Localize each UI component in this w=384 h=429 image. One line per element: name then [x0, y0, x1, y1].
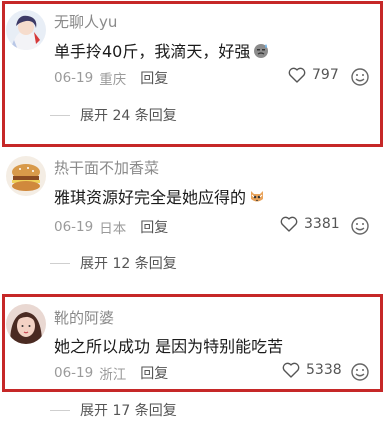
like-button[interactable]: 797	[288, 67, 339, 83]
like-count: 797	[312, 67, 339, 83]
expand-replies-button[interactable]: 展开 17 条回复	[50, 400, 177, 420]
comment-location: 重庆	[99, 72, 127, 88]
comment-date: 06-19	[54, 365, 94, 381]
like-button[interactable]: 5338	[282, 362, 342, 378]
like-count: 3381	[304, 216, 340, 232]
comment-location: 日本	[99, 221, 127, 237]
comment-text: 雅琪资源好完全是她应得的	[54, 184, 266, 208]
avatar[interactable]	[6, 304, 46, 344]
expand-divider	[50, 114, 70, 116]
emoji-reaction-icon[interactable]	[350, 362, 370, 382]
expand-replies-button[interactable]: 展开 24 条回复	[50, 105, 177, 125]
expand-replies-label: 展开 17 条回复	[80, 403, 177, 419]
heart-icon	[280, 216, 298, 232]
expand-replies-label: 展开 12 条回复	[80, 256, 177, 272]
heart-icon	[288, 67, 306, 83]
reply-button[interactable]: 回复	[140, 68, 168, 88]
comment-username[interactable]: 无聊人yu	[54, 11, 117, 32]
expand-replies-button[interactable]: 展开 12 条回复	[50, 253, 177, 273]
emoji-reaction-icon[interactable]	[350, 216, 370, 236]
emoji-reaction-icon[interactable]	[350, 67, 370, 87]
comment-meta: 06-19 浙江 回复	[54, 363, 168, 383]
comment-location: 浙江	[99, 367, 127, 383]
expand-replies-label: 展开 24 条回复	[80, 108, 177, 124]
comment-meta: 06-19 日本 回复	[54, 217, 168, 237]
reply-button[interactable]: 回复	[140, 363, 168, 383]
cat-emoji-icon	[248, 187, 266, 205]
comment-username[interactable]: 热干面不加香菜	[54, 157, 159, 178]
comment-date: 06-19	[54, 219, 94, 235]
comment-meta: 06-19 重庆 回复	[54, 68, 168, 88]
expand-divider	[50, 409, 70, 411]
comment-text: 单手拎40斤，我滴天，好强	[54, 38, 270, 62]
heart-icon	[282, 362, 300, 378]
comment-username[interactable]: 靴的阿婆	[54, 307, 114, 328]
reply-button[interactable]: 回复	[140, 217, 168, 237]
avatar[interactable]	[6, 10, 46, 50]
avatar[interactable]	[6, 156, 46, 196]
comment-date: 06-19	[54, 70, 94, 86]
like-count: 5338	[306, 362, 342, 378]
expand-divider	[50, 262, 70, 264]
sweat-face-emoji-icon	[252, 41, 270, 59]
like-button[interactable]: 3381	[280, 216, 340, 232]
comment-text: 她之所以成功 是因为特别能吃苦	[54, 337, 284, 356]
